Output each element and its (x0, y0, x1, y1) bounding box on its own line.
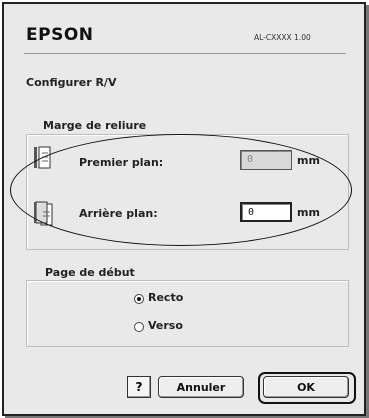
help-button[interactable]: ? (127, 376, 151, 398)
header-divider (24, 53, 346, 54)
binding-margin-legend: Marge de reliure (40, 119, 150, 132)
ok-button[interactable]: OK (263, 376, 349, 398)
recto-label[interactable]: Recto (148, 291, 183, 304)
highlight-oval (10, 134, 352, 246)
model-version: AL-CXXXX 1.00 (254, 33, 311, 42)
start-page-group (26, 280, 349, 347)
brand-logo: EPSON (26, 25, 94, 45)
cancel-button[interactable]: Annuler (158, 376, 244, 398)
verso-label[interactable]: Verso (148, 319, 183, 332)
verso-radio[interactable] (134, 322, 144, 332)
configure-duplex-dialog: EPSON AL-CXXXX 1.00 Configurer R/V Marge… (2, 2, 366, 416)
start-page-legend: Page de début (42, 266, 138, 279)
recto-radio[interactable] (134, 294, 144, 304)
dialog-title: Configurer R/V (26, 76, 117, 89)
